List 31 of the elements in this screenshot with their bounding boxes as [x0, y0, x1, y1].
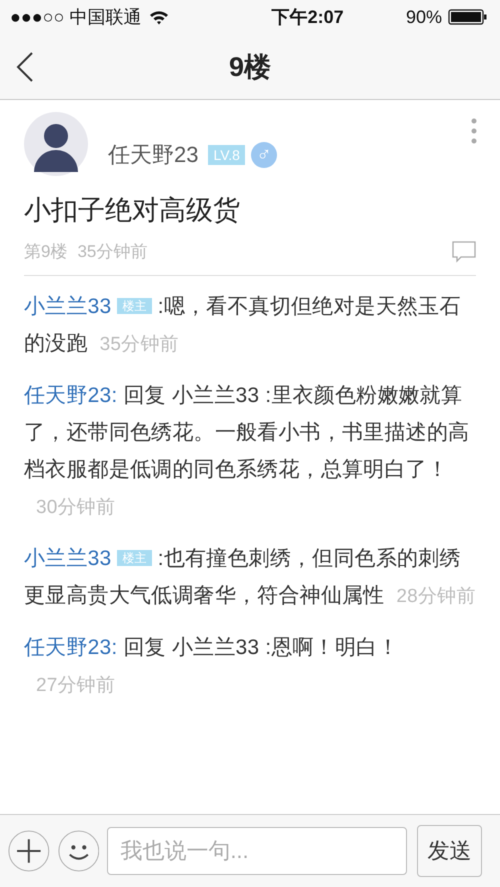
- wifi-icon: [149, 10, 170, 24]
- reply-text: 任天野23: 回复 小兰兰33 :里衣颜色粉嫩嫩就算了，还带同色绣花。一般看小书，书里描述的高档衣服都是低调的同色系绣花，总算明白了！ 30分钟前: [24, 383, 470, 520]
- comment-input[interactable]: 我也说一句...: [107, 827, 408, 875]
- reply-text: 小兰兰33 $^{楼主}$ :嗯，看不真切但绝对是天然玉石的没跑 35分钟前: [24, 294, 462, 357]
- back-icon[interactable]: [16, 50, 34, 82]
- add-icon[interactable]: [8, 828, 50, 874]
- emoji-icon[interactable]: [58, 828, 100, 874]
- author-link[interactable]: 任天野23:: [24, 384, 118, 407]
- reply-time: 27分钟前: [36, 675, 116, 696]
- reply-time: 30分钟前: [36, 497, 116, 518]
- page-title: 9楼: [228, 50, 272, 84]
- floor-number: 第9楼: [24, 241, 68, 263]
- level-badge: LV.8: [208, 145, 245, 165]
- author-link[interactable]: 小兰兰33: [24, 295, 112, 318]
- owner-badge: 楼主: [117, 550, 152, 566]
- status-time: 下午2:07: [270, 6, 344, 29]
- send-button[interactable]: 发送: [417, 825, 482, 877]
- reply-text: 小兰兰33 $^{楼主}$ :也有撞色刺绣，但同色系的刺绣更显高贵大气低调奢华，符合神仙属性 28分钟前: [24, 546, 476, 609]
- author-link[interactable]: 任天野23:: [24, 636, 118, 659]
- author-name[interactable]: 任天野23: [108, 140, 198, 170]
- author-link[interactable]: 小兰兰33: [24, 547, 112, 570]
- post-title: 小扣子绝对高级货: [24, 194, 241, 227]
- battery-percent: 90%: [406, 6, 442, 28]
- reply-time: 28分钟前: [396, 586, 476, 607]
- reply-time: 35分钟前: [100, 334, 179, 355]
- post-time: 35分钟前: [77, 241, 148, 263]
- carrier-name: ●●●○○ 中国联通: [10, 6, 142, 29]
- battery-icon: [448, 9, 488, 25]
- owner-badge: 楼主: [117, 298, 152, 314]
- gender-badge: ♂: [250, 142, 277, 168]
- reply-text: 任天野23: 回复 小兰兰33 :恩啊！明白！ 27分钟前: [24, 635, 400, 698]
